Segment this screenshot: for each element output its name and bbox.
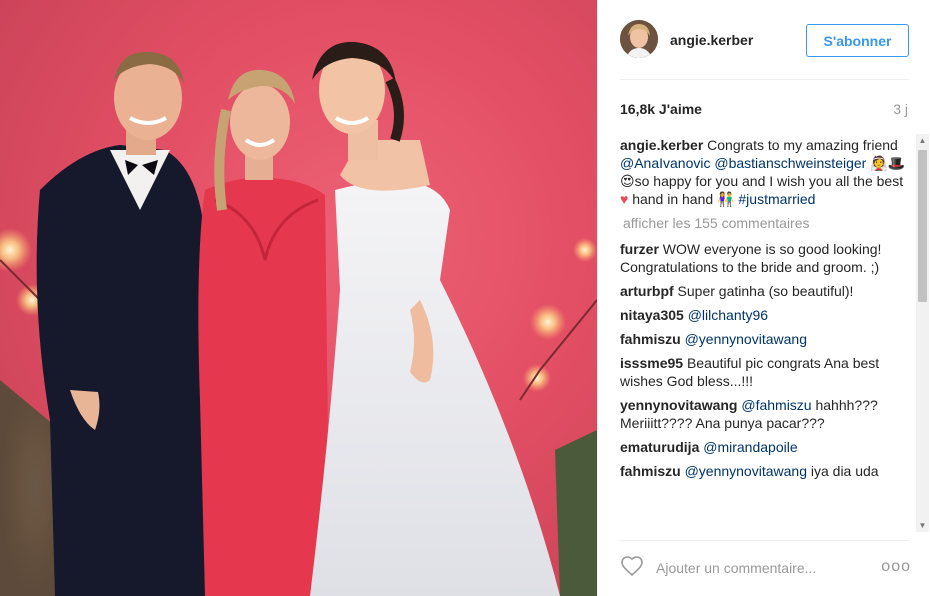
comment-item: ematurudija @mirandapoile [620,438,911,456]
comment-text: Super gatinha (so beautiful)! [673,283,854,299]
caption-mention[interactable]: @AnaIvanovic [620,155,710,171]
avatar[interactable] [620,20,658,58]
caption-text: Congrats to my amazing friend [703,137,898,153]
heart-outline-icon[interactable] [620,554,644,578]
header-divider [620,79,909,80]
comment-mention[interactable]: @mirandapoile [699,439,797,455]
caption: angie.kerber Congrats to my amazing frie… [620,136,911,208]
comment-username[interactable]: furzer [620,241,659,257]
comment-username[interactable]: nitaya305 [620,307,684,323]
like-count[interactable]: 16,8k J'aime [620,101,702,117]
comment-mention[interactable]: @fahmiszu [737,397,811,413]
add-comment-input[interactable] [656,558,866,578]
post-timestamp[interactable]: 3 j [893,101,908,117]
comment-text: WOW everyone is so good looking! Congrat… [620,241,882,275]
comment-username[interactable]: fahmiszu [620,463,681,479]
more-options-icon[interactable]: ooo [881,558,911,576]
comment-username[interactable]: fahmiszu [620,331,681,347]
comment-item: isssme95 Beautiful pic congrats Ana best… [620,354,911,390]
comment-item: yennynovitawang @fahmiszu hahhh??? Merii… [620,396,911,432]
caption-mention[interactable]: @bastianschweinsteiger [714,155,866,171]
comment-item: nitaya305 @lilchanty96 [620,306,911,324]
post-footer: ooo [598,540,930,596]
scroll-down-icon[interactable]: ▼ [916,519,929,532]
comment-username[interactable]: yennynovitawang [620,397,737,413]
comment-item: fahmiszu @yennynovitawang [620,330,911,348]
caption-text: hand in hand [628,191,718,207]
caption-username[interactable]: angie.kerber [620,137,703,153]
post-header: angie.kerber S'abonner [598,0,930,80]
comment-mention[interactable]: @lilchanty96 [684,307,768,323]
comment-item: furzer WOW everyone is so good looking! … [620,240,911,276]
instagram-post-window: angie.kerber S'abonner 16,8k J'aime 3 j … [0,0,930,596]
comment-mention[interactable]: @yennynovitawang [681,331,807,347]
comment-username[interactable]: arturbpf [620,283,674,299]
post-author-username[interactable]: angie.kerber [670,32,753,48]
avatar-image [620,20,658,58]
load-more-comments-link[interactable]: afficher les 155 commentaires [623,214,911,232]
follow-button[interactable]: S'abonner [806,24,909,57]
comment-item: fahmiszu @yennynovitawang iya dia uda [620,462,911,480]
scroll-up-icon[interactable]: ▲ [916,134,929,147]
comment-text: iya dia uda [806,463,879,479]
caption-text: so happy for you and I wish you all the … [634,173,904,189]
post-photo[interactable] [0,0,597,596]
comment-mention[interactable]: @yennynovitawang [681,463,807,479]
comments-scrollbar[interactable]: ▲ ▼ [916,134,929,532]
post-details-panel: angie.kerber S'abonner 16,8k J'aime 3 j … [597,0,930,596]
comment-username[interactable]: ematurudija [620,439,699,455]
comments-list: angie.kerber Congrats to my amazing frie… [620,136,911,532]
caption-hashtag[interactable]: #justmarried [735,191,815,207]
post-photo-illustration [0,0,597,596]
scrollbar-thumb[interactable] [918,150,927,302]
comment-item: arturbpf Super gatinha (so beautiful)! [620,282,911,300]
couple-emoji-icon: 👫 [717,191,735,207]
comment-username[interactable]: isssme95 [620,355,683,371]
